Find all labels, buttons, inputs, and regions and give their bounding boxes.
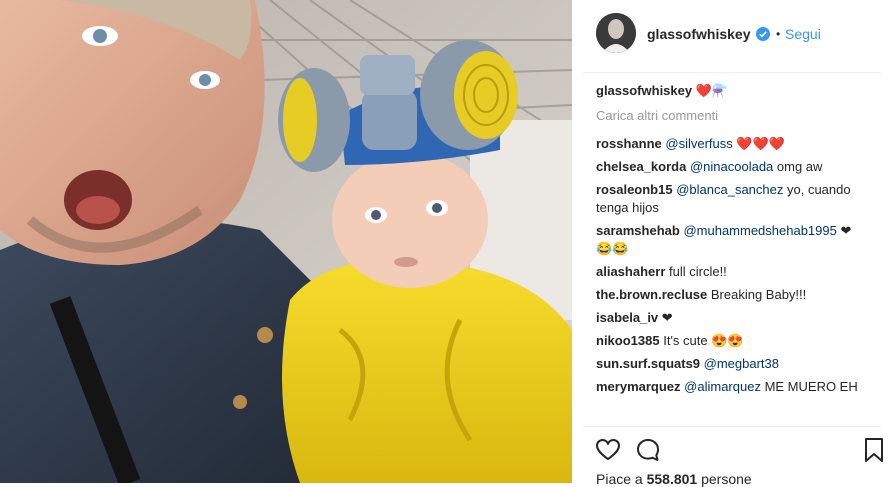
post-side-panel: glassofwhiskey • Segui glassofwhiskey ❤️…: [583, 0, 889, 487]
comments-list: glassofwhiskey ❤️⚗️ Carica altri comment…: [596, 82, 866, 401]
comment-username[interactable]: the.brown.recluse: [596, 287, 707, 302]
comment-text: ME MUERO EH: [760, 379, 858, 394]
comment-icon[interactable]: [635, 437, 661, 463]
caption-username[interactable]: glassofwhiskey: [596, 83, 692, 98]
comment-username[interactable]: rosaleonb15: [596, 182, 673, 197]
comment-text: ❤️❤️❤️: [732, 136, 785, 151]
heart-icon[interactable]: [595, 437, 621, 463]
comment-username[interactable]: chelsea_korda: [596, 159, 686, 174]
verified-badge-icon: [756, 27, 770, 41]
likes-number: 558.801: [646, 471, 698, 487]
comment-username[interactable]: rosshanne: [596, 136, 662, 151]
instagram-post-view: glassofwhiskey • Segui glassofwhiskey ❤️…: [0, 0, 889, 487]
comment-item: saramshehab @muhammedshehab1995 ❤ 😂😂: [596, 222, 866, 258]
comment-item: isabela_iv ❤: [596, 309, 866, 327]
header-separator: •: [776, 27, 781, 41]
post-actions-bar: Piace a 558.801 persone: [583, 426, 883, 487]
comment-item: rosaleonb15 @blanca_sanchez yo, cuando t…: [596, 181, 866, 217]
comment-item: nikoo1385 It's cute 😍😍: [596, 332, 866, 350]
comment-item: chelsea_korda @ninacoolada omg aw: [596, 158, 866, 176]
comment-item: sun.surf.squats9 @megbart38: [596, 355, 866, 373]
comment-item: merymarquez @alimarquez ME MUERO EH: [596, 378, 866, 396]
comment-username[interactable]: merymarquez: [596, 379, 681, 394]
comment-text: ❤: [661, 310, 673, 325]
comment-text: full circle!!: [669, 264, 727, 279]
likes-suffix: persone: [697, 471, 752, 487]
bookmark-icon[interactable]: [861, 437, 887, 463]
header-username[interactable]: glassofwhiskey: [647, 26, 751, 42]
comment-text: Breaking Baby!!!: [710, 287, 807, 302]
avatar-image: [596, 13, 636, 53]
load-more-comments-button[interactable]: Carica altri commenti: [596, 107, 866, 125]
avatar[interactable]: [596, 13, 636, 53]
comment-text: It's cute 😍😍: [663, 333, 744, 348]
comment-mention[interactable]: @megbart38: [704, 356, 779, 371]
comment-item: aliashaherr full circle!!: [596, 263, 866, 281]
post-header: glassofwhiskey • Segui: [583, 0, 881, 73]
comment-item: the.brown.recluse Breaking Baby!!!: [596, 286, 866, 304]
comment-username[interactable]: isabela_iv: [596, 310, 658, 325]
caption-text: ❤️⚗️: [695, 83, 729, 98]
caption: glassofwhiskey ❤️⚗️: [596, 82, 866, 100]
comment-username[interactable]: nikoo1385: [596, 333, 660, 348]
comment-mention[interactable]: @blanca_sanchez: [676, 182, 783, 197]
post-photo[interactable]: [0, 0, 572, 483]
likes-prefix: Piace a: [596, 471, 647, 487]
comment-username[interactable]: sun.surf.squats9: [596, 356, 700, 371]
comment-item: rosshanne @silverfuss ❤️❤️❤️: [596, 135, 866, 153]
comment-mention[interactable]: @silverfuss: [665, 136, 732, 151]
comment-mention[interactable]: @muhammedshehab1995: [683, 223, 836, 238]
comment-username[interactable]: saramshehab: [596, 223, 680, 238]
follow-button[interactable]: Segui: [785, 26, 821, 42]
comment-mention[interactable]: @ninacoolada: [690, 159, 773, 174]
likes-count[interactable]: Piace a 558.801 persone: [596, 471, 752, 487]
comment-mention[interactable]: @alimarquez: [684, 379, 761, 394]
comment-username[interactable]: aliashaherr: [596, 264, 665, 279]
photo-illustration: [0, 0, 572, 483]
comment-text: omg aw: [773, 159, 823, 174]
